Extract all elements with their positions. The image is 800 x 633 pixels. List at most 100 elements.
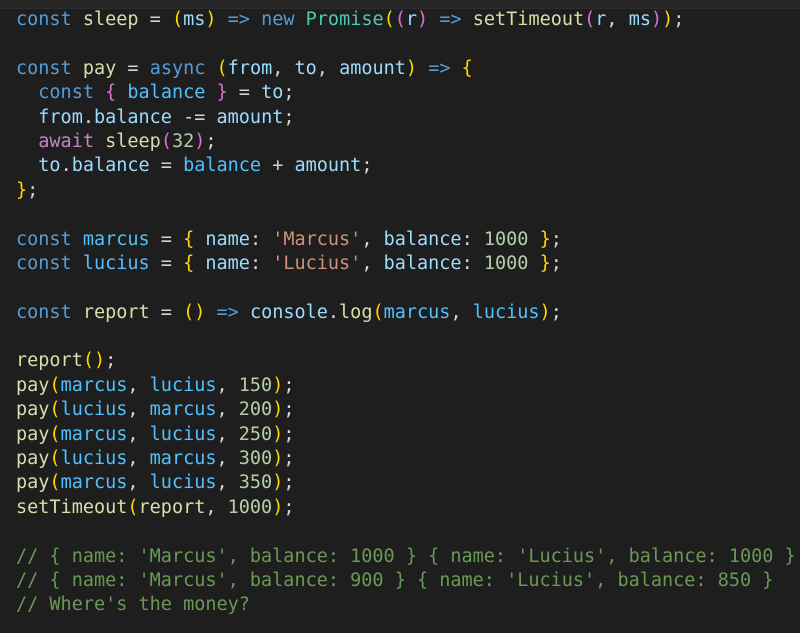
- code-line[interactable]: // Where's the money?: [16, 593, 796, 617]
- code-token: (): [82, 350, 106, 372]
- code-token: 1000: [227, 496, 273, 518]
- code-token: ms: [628, 9, 651, 30]
- code-line[interactable]: report();: [16, 349, 796, 373]
- code-token: ;: [283, 106, 295, 128]
- code-token: (: [383, 9, 395, 30]
- code-token: r: [595, 9, 607, 30]
- code-token: {: [461, 57, 473, 79]
- code-token: balance: [127, 82, 206, 104]
- code-token: 1000: [483, 252, 529, 274]
- code-token: ): [272, 448, 284, 470]
- code-token: (: [216, 57, 228, 79]
- code-line[interactable]: const report = () => console.log(marcus,…: [16, 301, 796, 325]
- code-line[interactable]: pay(marcus, lucius, 250);: [16, 423, 796, 447]
- code-token: marcus: [60, 423, 128, 445]
- code-token: lucius: [149, 472, 217, 494]
- code-token: marcus: [82, 228, 150, 250]
- code-token: {: [183, 228, 195, 250]
- code-token: ): [539, 301, 551, 323]
- code-line[interactable]: from.balance -= amount;: [16, 106, 796, 130]
- code-token: =: [149, 301, 184, 323]
- code-line[interactable]: await sleep(32);: [16, 130, 796, 154]
- code-token: lucius: [149, 374, 217, 396]
- code-token: ,: [361, 228, 384, 250]
- code-token: (): [183, 301, 206, 323]
- code-token: ,: [216, 399, 239, 421]
- code-token: 1000: [483, 228, 529, 250]
- code-line[interactable]: to.balance = balance + amount;: [16, 154, 796, 178]
- code-token: .: [82, 106, 94, 128]
- code-line[interactable]: const { balance } = to;: [16, 81, 796, 105]
- code-token: ;: [283, 472, 295, 494]
- code-line[interactable]: pay(lucius, marcus, 200);: [16, 398, 796, 422]
- code-token: ): [272, 423, 284, 445]
- code-line[interactable]: };: [16, 179, 796, 203]
- code-line[interactable]: const sleep = (ms) => new Promise((r) =>…: [16, 8, 796, 32]
- code-token: lucius: [472, 301, 540, 323]
- code-token: marcus: [149, 399, 217, 421]
- code-token: ;: [673, 9, 685, 30]
- code-token: Promise: [305, 9, 384, 30]
- code-token: (: [49, 399, 61, 421]
- code-token: =>: [216, 301, 239, 323]
- code-token: .: [327, 301, 340, 323]
- code-token: pay: [16, 374, 50, 396]
- code-line[interactable]: // { name: 'Marcus', balance: 900 } { na…: [16, 569, 796, 593]
- code-token: 150: [238, 374, 273, 396]
- code-token: ): [272, 472, 284, 494]
- code-token: (: [49, 448, 61, 470]
- code-token: ;: [361, 155, 373, 177]
- code-line[interactable]: pay(lucius, marcus, 300);: [16, 447, 796, 471]
- code-token: report: [82, 301, 150, 323]
- code-token: ): [272, 374, 284, 396]
- code-token: ;: [550, 301, 562, 323]
- code-token: // { name: 'Marcus', balance: 900 } { na…: [16, 569, 774, 591]
- code-token: amount: [294, 155, 362, 177]
- code-line[interactable]: pay(marcus, lucius, 350);: [16, 471, 796, 495]
- code-line[interactable]: [16, 32, 796, 56]
- code-token: ,: [316, 57, 340, 79]
- code-token: name: [205, 228, 250, 250]
- code-line[interactable]: const pay = async (from, to, amount) => …: [16, 57, 796, 81]
- code-editor[interactable]: const sleep = (ms) => new Promise((r) =>…: [16, 8, 796, 628]
- code-line[interactable]: const lucius = { name: 'Lucius', balance…: [16, 252, 796, 276]
- code-line[interactable]: [16, 276, 796, 300]
- code-token: log: [339, 301, 373, 323]
- code-line[interactable]: pay(marcus, lucius, 150);: [16, 374, 796, 398]
- code-token: const: [16, 57, 72, 79]
- code-token: }: [216, 82, 228, 104]
- code-token: ): [272, 496, 284, 518]
- code-token: ,: [127, 374, 150, 396]
- code-line[interactable]: setTimeout(report, 1000);: [16, 496, 796, 520]
- code-token: async: [149, 57, 206, 79]
- code-token: 200: [238, 399, 273, 421]
- code-token: lucius: [149, 423, 217, 445]
- code-token: ;: [550, 252, 562, 274]
- code-line[interactable]: [16, 520, 796, 544]
- code-line[interactable]: const marcus = { name: 'Marcus', balance…: [16, 228, 796, 252]
- code-token: ;: [283, 496, 295, 518]
- code-token: 'Lucius': [272, 252, 362, 274]
- code-token: console: [249, 301, 328, 323]
- code-token: to: [38, 155, 61, 177]
- code-line[interactable]: [16, 325, 796, 349]
- code-token: .: [60, 155, 72, 177]
- code-line[interactable]: [16, 203, 796, 227]
- code-line[interactable]: // { name: 'Marcus', balance: 1000 } { n…: [16, 545, 796, 569]
- code-token: ;: [283, 448, 295, 470]
- code-token: sleep: [105, 130, 161, 152]
- code-token: ): [417, 9, 429, 30]
- code-token: =: [149, 252, 184, 274]
- code-token: const: [16, 228, 72, 250]
